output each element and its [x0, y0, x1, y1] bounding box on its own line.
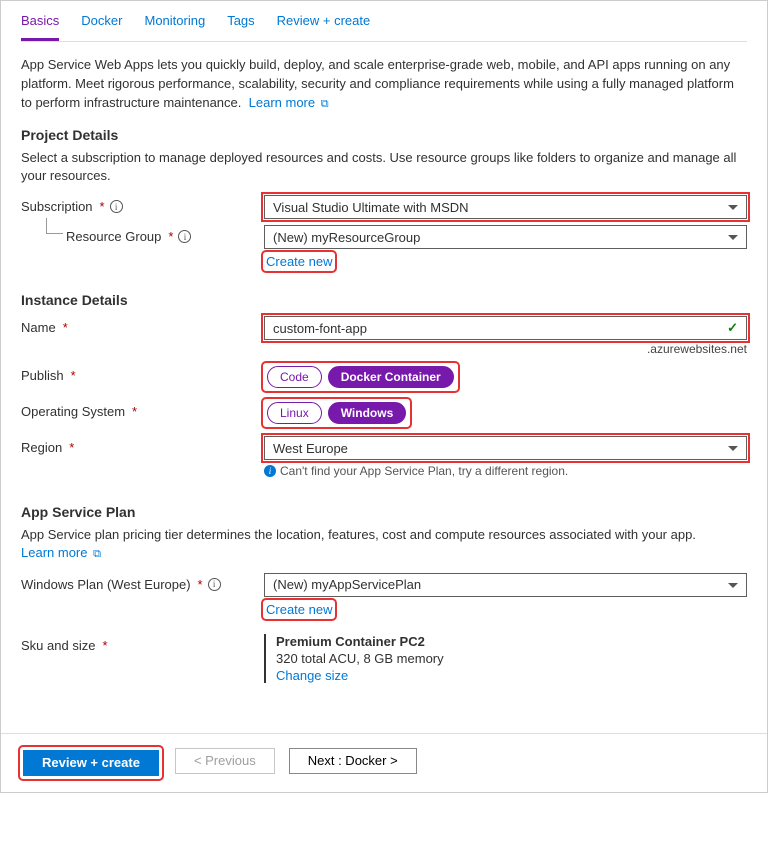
- region-select[interactable]: West Europe: [264, 436, 747, 460]
- publish-toggle: Code Docker Container: [267, 366, 454, 388]
- app-service-plan-heading: App Service Plan: [21, 504, 747, 520]
- plan-learn-more-link[interactable]: Learn more ⧉: [21, 545, 101, 560]
- os-windows-option[interactable]: Windows: [328, 402, 407, 424]
- next-button[interactable]: Next : Docker >: [289, 748, 417, 774]
- subscription-select[interactable]: Visual Studio Ultimate with MSDN: [264, 195, 747, 219]
- region-label: Region*: [21, 434, 264, 455]
- publish-code-option[interactable]: Code: [267, 366, 322, 388]
- review-create-button[interactable]: Review + create: [23, 750, 159, 776]
- sku-title: Premium Container PC2: [276, 634, 747, 649]
- tab-tags[interactable]: Tags: [227, 13, 254, 41]
- project-details-sub: Select a subscription to manage deployed…: [21, 149, 747, 185]
- info-icon[interactable]: i: [178, 230, 191, 243]
- create-new-rg-link[interactable]: Create new: [266, 254, 332, 269]
- info-icon[interactable]: i: [110, 200, 123, 213]
- plan-select[interactable]: (New) myAppServicePlan: [264, 573, 747, 597]
- checkmark-icon: ✓: [727, 320, 738, 336]
- subscription-label: Subscription* i: [21, 193, 264, 214]
- resource-group-label: Resource Group* i: [21, 223, 264, 244]
- create-new-plan-link[interactable]: Create new: [266, 602, 332, 617]
- change-size-link[interactable]: Change size: [276, 668, 348, 683]
- app-service-plan-sub: App Service plan pricing tier determines…: [21, 526, 747, 563]
- plan-label: Windows Plan (West Europe)* i: [21, 571, 264, 592]
- learn-more-link[interactable]: Learn more ⧉: [249, 95, 329, 110]
- resource-group-select[interactable]: (New) myResourceGroup: [264, 225, 747, 249]
- info-icon: i: [264, 465, 276, 477]
- os-label: Operating System*: [21, 398, 264, 419]
- tab-docker[interactable]: Docker: [81, 13, 122, 41]
- name-input[interactable]: custom-font-app ✓: [264, 316, 747, 340]
- instance-details-heading: Instance Details: [21, 292, 747, 308]
- domain-suffix: .azurewebsites.net: [264, 342, 747, 356]
- sku-label: Sku and size*: [21, 632, 264, 653]
- sku-box: Premium Container PC2 320 total ACU, 8 G…: [264, 634, 747, 683]
- sku-subtitle: 320 total ACU, 8 GB memory: [276, 651, 747, 666]
- publish-docker-option[interactable]: Docker Container: [328, 366, 454, 388]
- tab-review-create[interactable]: Review + create: [277, 13, 371, 41]
- tab-monitoring[interactable]: Monitoring: [144, 13, 205, 41]
- external-link-icon: ⧉: [321, 98, 329, 110]
- info-icon[interactable]: i: [208, 578, 221, 591]
- footer-bar: Review + create < Previous Next : Docker…: [1, 733, 767, 792]
- external-link-icon: ⧉: [93, 548, 101, 560]
- project-details-heading: Project Details: [21, 127, 747, 143]
- intro-text: App Service Web Apps lets you quickly bu…: [21, 56, 747, 113]
- os-linux-option[interactable]: Linux: [267, 402, 322, 424]
- name-label: Name*: [21, 314, 264, 335]
- region-hint: i Can't find your App Service Plan, try …: [264, 464, 747, 478]
- previous-button: < Previous: [175, 748, 275, 774]
- tab-bar: Basics Docker Monitoring Tags Review + c…: [21, 1, 747, 42]
- publish-label: Publish*: [21, 362, 264, 383]
- tab-basics[interactable]: Basics: [21, 13, 59, 41]
- os-toggle: Linux Windows: [267, 402, 406, 424]
